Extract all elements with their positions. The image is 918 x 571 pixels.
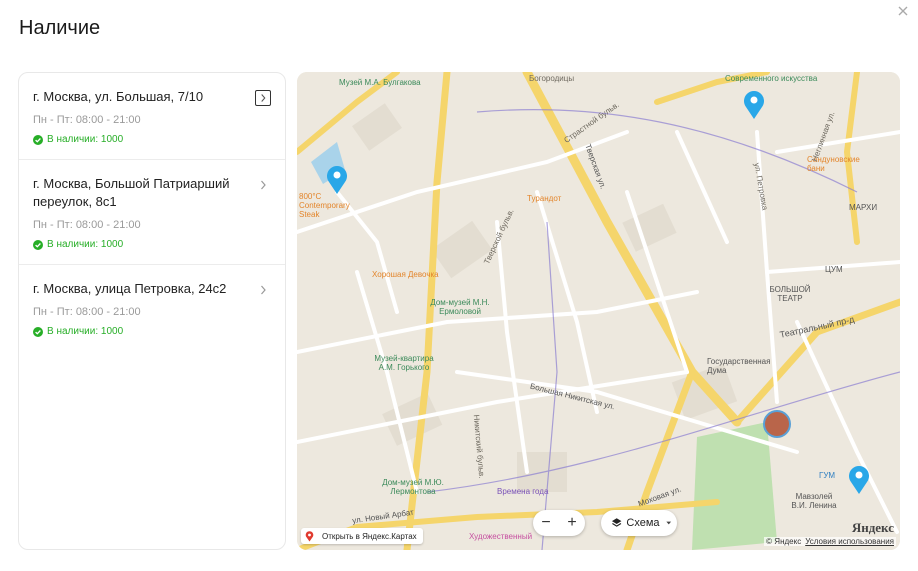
stock-label: В наличии: 1000 bbox=[47, 134, 124, 145]
chevron-right-icon[interactable] bbox=[255, 177, 271, 193]
store-stock: В наличии: 1000 bbox=[33, 134, 241, 145]
map-widget[interactable]: Музей М.А. Булгакова Богородицы Современ… bbox=[297, 72, 900, 550]
store-address: г. Москва, Большой Патриарший переулок, … bbox=[33, 176, 230, 209]
store-hours: Пн - Пт: 08:00 - 21:00 bbox=[33, 306, 141, 318]
map-label: Музей М.А. Булгакова bbox=[339, 78, 421, 87]
check-circle-icon bbox=[33, 326, 43, 337]
store-hours: Пн - Пт: 08:00 - 21:00 bbox=[33, 114, 141, 126]
check-circle-icon bbox=[33, 239, 43, 250]
map-copyright: © Яндекс Условия использования bbox=[764, 537, 896, 546]
map-label: ГУМ bbox=[819, 471, 836, 480]
map-label: ЦУМ bbox=[825, 265, 843, 274]
map-label: Дом-музей М.Ю. Лермонтова bbox=[382, 478, 444, 496]
map-pin-icon[interactable] bbox=[742, 90, 766, 120]
stock-label: В наличии: 1000 bbox=[47, 239, 124, 250]
map-label: Времена года bbox=[497, 487, 549, 496]
check-circle-icon bbox=[33, 134, 43, 145]
store-stock: В наличии: 1000 bbox=[33, 326, 241, 337]
store-address: г. Москва, улица Петровка, 24с2 bbox=[33, 281, 227, 296]
map-label: Дом-музей М.Н. Ермоловой bbox=[430, 298, 490, 316]
map-label: 800°C Contemporary Steak bbox=[299, 192, 350, 219]
zoom-control: − + bbox=[533, 510, 585, 536]
layer-label: Схема bbox=[626, 517, 660, 529]
chevron-right-icon[interactable] bbox=[255, 282, 271, 298]
open-in-yandex-maps-link[interactable]: Открыть в Яндекс.Картах bbox=[301, 528, 423, 544]
close-icon bbox=[898, 6, 908, 16]
page-title: Наличие bbox=[19, 17, 101, 39]
map-label: Государственная Дума bbox=[707, 357, 771, 375]
copyright-text: © Яндекс bbox=[766, 537, 802, 546]
yandex-maps-pin-icon bbox=[305, 530, 314, 541]
chevron-right-icon[interactable] bbox=[255, 90, 271, 106]
map-label: БОЛЬШОЙ ТЕАТР bbox=[769, 285, 811, 303]
store-list: г. Москва, ул. Большая, 7/10 Пн - Пт: 08… bbox=[18, 72, 286, 550]
store-stock: В наличии: 1000 bbox=[33, 239, 241, 250]
zoom-in-button[interactable]: + bbox=[562, 510, 582, 536]
zoom-out-button[interactable]: − bbox=[536, 510, 556, 536]
close-button[interactable] bbox=[896, 4, 910, 18]
map-label: МАРХИ bbox=[849, 203, 878, 212]
store-hours: Пн - Пт: 08:00 - 21:00 bbox=[33, 219, 141, 231]
map-label: Современного искусства bbox=[725, 74, 818, 83]
map-layer-select[interactable]: Схема bbox=[601, 510, 677, 536]
place-photo-marker[interactable] bbox=[763, 410, 791, 438]
store-item[interactable]: г. Москва, ул. Большая, 7/10 Пн - Пт: 08… bbox=[19, 73, 285, 160]
open-maps-label: Открыть в Яндекс.Картах bbox=[322, 531, 417, 541]
store-item[interactable]: г. Москва, улица Петровка, 24с2 Пн - Пт:… bbox=[19, 265, 285, 351]
map-label: Художественный bbox=[469, 532, 533, 541]
map-label: Музей-квартира А.М. Горького bbox=[374, 354, 434, 372]
map-label: Мавзолей В.И. Ленина bbox=[791, 492, 837, 510]
map-label: Турандот bbox=[527, 194, 562, 203]
layers-icon bbox=[611, 518, 622, 527]
map-label: Хорошая Девочка bbox=[372, 270, 439, 279]
terms-link[interactable]: Условия использования bbox=[805, 537, 894, 546]
store-address: г. Москва, ул. Большая, 7/10 bbox=[33, 89, 204, 104]
map-pin-icon[interactable] bbox=[325, 165, 349, 195]
stock-label: В наличии: 1000 bbox=[47, 326, 124, 337]
store-item[interactable]: г. Москва, Большой Патриарший переулок, … bbox=[19, 160, 285, 265]
map-pin-icon[interactable] bbox=[847, 465, 871, 495]
chevron-down-icon bbox=[665, 521, 671, 525]
map-label: Богородицы bbox=[529, 74, 575, 83]
yandex-logo: Яндекс bbox=[851, 520, 894, 535]
